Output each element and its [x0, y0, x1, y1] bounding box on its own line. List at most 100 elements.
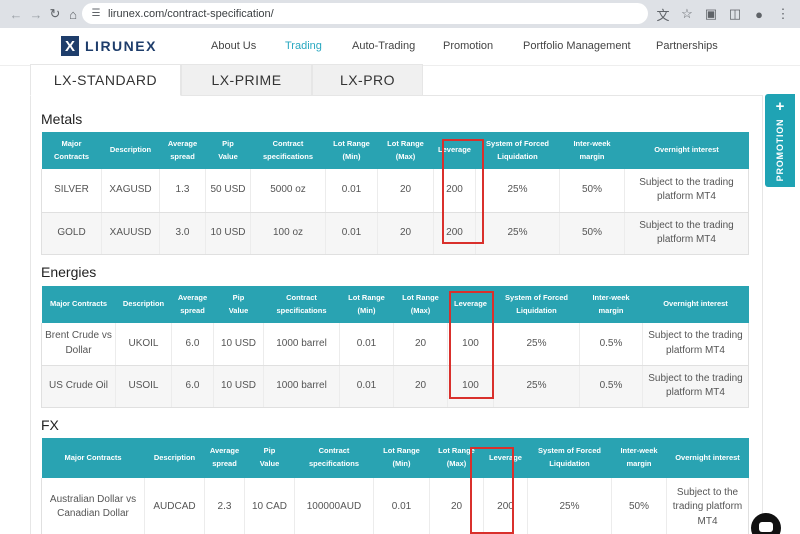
- energies-table: Major Contracts Description Average spread…: [41, 286, 749, 408]
- cell-inter-week-margin: 0.5%: [579, 323, 643, 366]
- cell-contract-spec: 1000 barrel: [263, 323, 340, 366]
- forward-icon[interactable]: →: [26, 4, 46, 24]
- cell-forced-liquidation: 25%: [493, 323, 580, 366]
- menu-kebab-icon[interactable]: ⋮: [774, 4, 792, 24]
- section-title-fx: FX: [41, 417, 59, 433]
- cell-major-contract: US Crude Oil: [41, 365, 116, 408]
- table-header-row: Major Contracts Description Average spread…: [41, 132, 749, 169]
- section-title-energies: Energies: [41, 264, 97, 280]
- nav-trading[interactable]: Trading: [285, 40, 322, 52]
- cell-pip-value: 10 CAD: [244, 478, 295, 534]
- col-header-forced-liquidation: System of Forced Liquidation: [527, 438, 612, 478]
- cell-overnight-interest: Subject to the trading platform MT4: [642, 365, 749, 408]
- col-header-forced-liquidation: System of Forced Liquidation: [475, 132, 560, 169]
- cell-lot-range-min: 0.01: [339, 323, 394, 366]
- cell-major-contract: SILVER: [41, 169, 102, 213]
- col-header-contract-spec: Contract specifications: [250, 132, 326, 169]
- nav-portfolio-management[interactable]: Portfolio Management: [523, 40, 631, 52]
- cell-pip-value: 50 USD: [205, 169, 251, 213]
- leverage-highlight-box: [449, 291, 494, 399]
- table-row: SILVER XAGUSD 1.3 50 USD 5000 oz 0.01 20 200 25%…: [41, 169, 749, 213]
- chat-widget-button[interactable]: [751, 513, 781, 534]
- cell-major-contract: GOLD: [41, 212, 102, 255]
- cell-description: XAGUSD: [101, 169, 160, 213]
- table-row: US Crude Oil USOIL 6.0 10 USD 1000 barrel 0.0…: [41, 365, 749, 408]
- nav-promotion[interactable]: Promotion: [443, 40, 493, 52]
- address-bar[interactable]: ☰ lirunex.com/contract-specification/: [82, 3, 648, 24]
- extensions-icon[interactable]: ▣: [702, 4, 720, 24]
- back-icon[interactable]: ←: [6, 4, 26, 24]
- nav-auto-trading[interactable]: Auto-Trading: [352, 40, 415, 52]
- nav-partnerships[interactable]: Partnerships: [656, 40, 718, 52]
- cell-forced-liquidation: 25%: [475, 169, 560, 213]
- home-icon[interactable]: ⌂: [63, 4, 83, 24]
- col-header-forced-liquidation: System of Forced Liquidation: [493, 286, 580, 323]
- cell-description: XAUUSD: [101, 212, 160, 255]
- cell-lot-range-min: 0.01: [325, 212, 378, 255]
- cell-forced-liquidation: 25%: [527, 478, 612, 534]
- cell-overnight-interest: Subject to the trading platform MT4: [666, 478, 749, 534]
- col-header-average-spread: Average spread: [204, 438, 245, 478]
- cell-forced-liquidation: 25%: [493, 365, 580, 408]
- col-header-description: Description: [144, 438, 205, 478]
- cell-average-spread: 3.0: [159, 212, 206, 255]
- logo-x-icon: X: [61, 36, 79, 56]
- col-header-inter-week-margin: Inter-week margin: [611, 438, 667, 478]
- side-panel-icon[interactable]: ◫: [726, 4, 744, 24]
- reload-icon[interactable]: ↻: [45, 4, 65, 24]
- nav-about-us[interactable]: About Us: [211, 40, 256, 52]
- cell-pip-value: 10 USD: [213, 365, 264, 408]
- col-header-overnight-interest: Overnight interest: [624, 132, 749, 169]
- cell-description: AUDCAD: [144, 478, 205, 534]
- section-title-metals: Metals: [41, 111, 83, 127]
- leverage-highlight-box: [470, 447, 514, 534]
- logo[interactable]: X LIRUNEX: [61, 36, 157, 56]
- cell-lot-range-max: 20: [377, 169, 434, 213]
- col-header-pip-value: Pip Value: [213, 286, 264, 323]
- cell-major-contract: Brent Crude vs Dollar: [41, 323, 116, 366]
- tab-lx-standard[interactable]: LX-STANDARD: [30, 64, 181, 96]
- site-info-icon[interactable]: ☰: [90, 8, 102, 20]
- cell-inter-week-margin: 50%: [559, 212, 625, 255]
- chat-bubble-icon: [759, 522, 773, 532]
- cell-pip-value: 10 USD: [205, 212, 251, 255]
- cell-inter-week-margin: 0.5%: [579, 365, 643, 408]
- tab-lx-pro[interactable]: LX-PRO: [312, 64, 423, 96]
- cell-average-spread: 1.3: [159, 169, 206, 213]
- cell-lot-range-min: 0.01: [373, 478, 430, 534]
- col-header-average-spread: Average spread: [159, 132, 206, 169]
- col-header-inter-week-margin: Inter-week margin: [579, 286, 643, 323]
- translate-icon[interactable]: 文: [654, 4, 672, 24]
- col-header-major-contract: Major Contracts: [41, 286, 116, 323]
- col-header-average-spread: Average spread: [171, 286, 214, 323]
- cell-average-spread: 6.0: [171, 323, 214, 366]
- col-header-pip-value: Pip Value: [244, 438, 295, 478]
- col-header-lot-range-min: Lot Range (Min): [325, 132, 378, 169]
- cell-major-contract: Australian Dollar vs Canadian Dollar: [41, 478, 145, 534]
- cell-inter-week-margin: 50%: [611, 478, 667, 534]
- bookmark-star-icon[interactable]: ☆: [678, 4, 696, 24]
- col-header-description: Description: [101, 132, 160, 169]
- logo-text: LIRUNEX: [85, 38, 157, 54]
- cell-contract-spec: 100000AUD: [294, 478, 374, 534]
- browser-actions: 文 ☆ ▣ ◫ ● ⋮: [654, 4, 792, 24]
- cell-overnight-interest: Subject to the trading platform MT4: [624, 212, 749, 255]
- col-header-inter-week-margin: Inter-week margin: [559, 132, 625, 169]
- cell-lot-range-max: 20: [393, 323, 448, 366]
- col-header-major-contract: Major Contracts: [41, 132, 102, 169]
- promotion-side-tab[interactable]: + PROMOTION: [765, 94, 795, 187]
- table-row: GOLD XAUUSD 3.0 10 USD 100 oz 0.01 20 200 25% 50%…: [41, 212, 749, 255]
- cell-forced-liquidation: 25%: [475, 212, 560, 255]
- table-row: Brent Crude vs Dollar UKOIL 6.0 10 USD 1000 …: [41, 323, 749, 366]
- cell-lot-range-min: 0.01: [339, 365, 394, 408]
- cell-description: USOIL: [115, 365, 172, 408]
- site-header: X LIRUNEX About Us Trading Auto-Trading …: [0, 28, 800, 66]
- profile-icon[interactable]: ●: [750, 4, 768, 24]
- cell-average-spread: 2.3: [204, 478, 245, 534]
- col-header-contract-spec: Contract specifications: [294, 438, 374, 478]
- tab-lx-prime[interactable]: LX-PRIME: [181, 64, 312, 96]
- col-header-major-contract: Major Contracts: [41, 438, 145, 478]
- cell-lot-range-max: 20: [393, 365, 448, 408]
- table-header-row: Major Contracts Description Average spread…: [41, 286, 749, 323]
- col-header-overnight-interest: Overnight interest: [666, 438, 749, 478]
